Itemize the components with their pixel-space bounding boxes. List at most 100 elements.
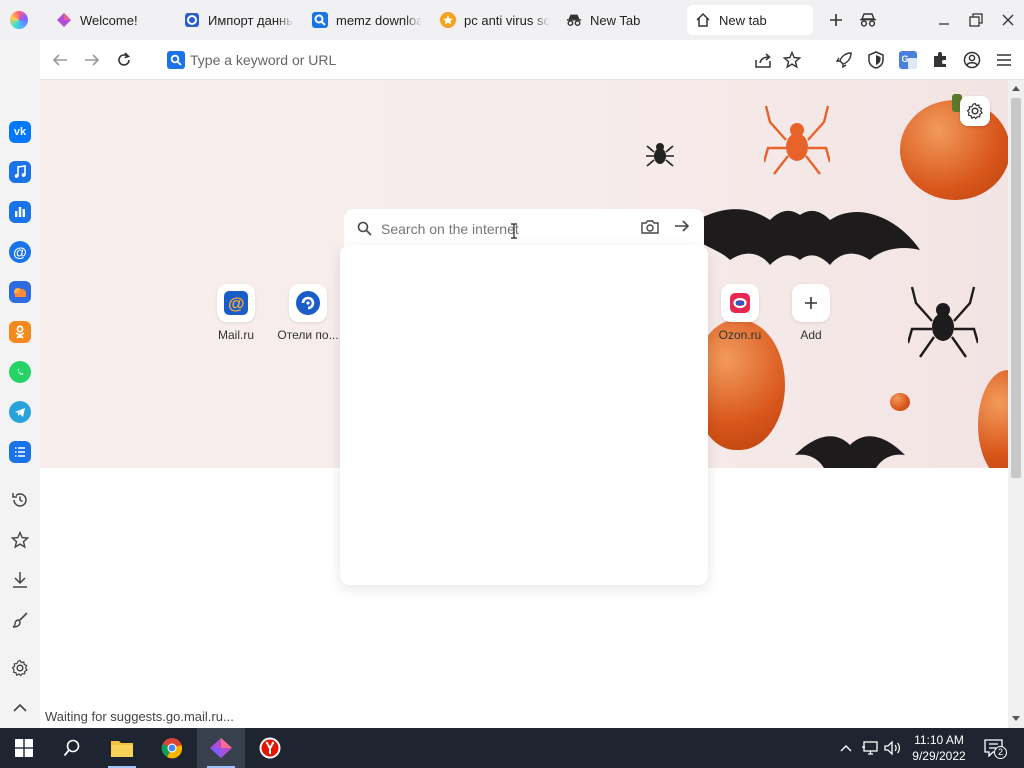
close-button[interactable] [996,8,1020,32]
speed-dial-add[interactable]: Add [773,284,849,342]
search-input[interactable] [381,219,621,239]
tab-title: memz download [336,12,422,28]
shield-icon [868,51,884,69]
clock-time: 11:10 AM [914,733,964,747]
sidebar-customize[interactable] [9,609,31,631]
tab-memz[interactable]: memz download [304,5,430,35]
gem-icon [56,12,72,28]
share-button[interactable] [752,48,776,72]
speaker-icon [884,741,900,755]
network-button[interactable] [861,738,881,758]
sidebar-item-telegram[interactable] [9,401,31,423]
page-settings-button[interactable] [960,96,990,126]
camera-search-button[interactable] [641,219,661,237]
sidebar-settings[interactable] [9,657,31,679]
new-tab-button[interactable] [824,8,848,32]
tab-new-incognito[interactable]: New Tab [558,5,684,35]
gear-icon [966,102,983,120]
rocket-button[interactable] [832,48,856,72]
tab-new-tab-active[interactable]: New tab [687,5,813,35]
sidebar-item-music[interactable] [9,161,31,183]
bookmark-star-button[interactable] [780,48,804,72]
profile-button[interactable] [960,48,984,72]
sidebar-bookmarks[interactable] [9,529,31,551]
search-go-button[interactable] [674,219,694,237]
brush-icon [12,612,28,628]
sidebar-item-vk[interactable]: vk [9,121,31,143]
search-engine-icon[interactable] [167,51,185,69]
arrow-left-icon [52,54,67,66]
text-cursor-icon [511,223,517,239]
taskbar-atom-browser[interactable] [197,728,245,768]
tab-title: Импорт данных [208,12,294,28]
gear-icon [11,659,28,677]
start-button[interactable] [0,728,48,768]
restore-icon [969,13,983,27]
tab-import[interactable]: Импорт данных [176,5,302,35]
download-icon [13,572,27,588]
page-scrollbar[interactable] [1008,80,1024,728]
taskbar-yandex[interactable] [246,728,294,768]
browser-logo-icon[interactable] [10,11,28,29]
ok-icon [15,325,25,339]
notification-count-badge: 2 [994,746,1007,759]
scroll-thumb[interactable] [1011,98,1021,478]
incognito-icon [860,13,876,27]
speed-dial-hotels[interactable]: Отели по... [270,284,346,342]
scroll-up-icon [1012,86,1020,91]
chevron-up-icon [13,703,27,712]
speed-dial-mail[interactable]: @ Mail.ru [198,284,274,342]
reload-button[interactable] [112,48,136,72]
restore-button[interactable] [964,8,988,32]
taskbar-search-button[interactable] [48,728,96,768]
sidebar-item-cloud[interactable] [9,281,31,303]
gem-icon [210,738,232,758]
vk-icon: vk [13,126,27,138]
history-icon [12,493,27,507]
status-bar-text: Waiting for suggests.go.mail.ru... [45,709,234,724]
volume-button[interactable] [883,738,903,758]
forward-button[interactable] [80,48,104,72]
tab-antivirus[interactable]: pc anti virus soft [432,5,558,35]
pumpkin-decoration [900,100,1008,200]
sidebar-item-odnoklassniki[interactable] [9,321,31,343]
sidebar-item-whatsapp[interactable] [9,361,31,383]
star-favicon-icon [440,12,456,28]
arrow-right-icon [85,54,100,66]
tab-search-button[interactable] [856,8,880,32]
extensions-button[interactable] [928,48,952,72]
sidebar-history[interactable] [9,489,31,511]
bar-chart-icon [15,207,25,217]
sidebar-collapse[interactable] [9,697,31,719]
sidebar-item-mail[interactable]: @ [9,241,31,263]
translate-button[interactable]: G [896,48,920,72]
minimize-button[interactable] [932,8,956,32]
shield-button[interactable] [864,48,888,72]
camera-icon [641,220,659,234]
svg-text:G: G [902,54,909,64]
taskbar-chrome[interactable] [148,728,196,768]
sidebar-item-tasks[interactable] [9,441,31,463]
notifications-button[interactable]: 2 [982,738,1007,759]
sidebar-item-statistics[interactable] [9,201,31,223]
speed-dial-label: Add [800,328,822,342]
tab-title: Welcome! [80,12,138,28]
music-note-icon [14,165,26,178]
menu-button[interactable] [992,48,1016,72]
svg-text:@: @ [228,294,245,313]
taskbar-clock[interactable]: 11:10 AM 9/29/2022 [905,732,973,764]
network-icon [862,741,878,755]
search-bar[interactable] [344,209,704,247]
ozon-icon [721,284,759,322]
plus-icon [830,14,842,26]
sidebar-downloads[interactable] [9,569,31,591]
show-hidden-icons-button[interactable] [836,738,856,758]
address-bar-input[interactable] [190,49,730,71]
back-button[interactable] [48,48,72,72]
tab-welcome[interactable]: Welcome! [48,5,174,35]
new-tab-page: @ Mail.ru Отели по... Ozon.ru Add [40,80,1008,728]
telegram-icon [15,408,25,417]
taskbar-file-explorer[interactable] [98,728,146,768]
share-icon [755,53,771,68]
speed-dial-ozon[interactable]: Ozon.ru [702,284,778,342]
